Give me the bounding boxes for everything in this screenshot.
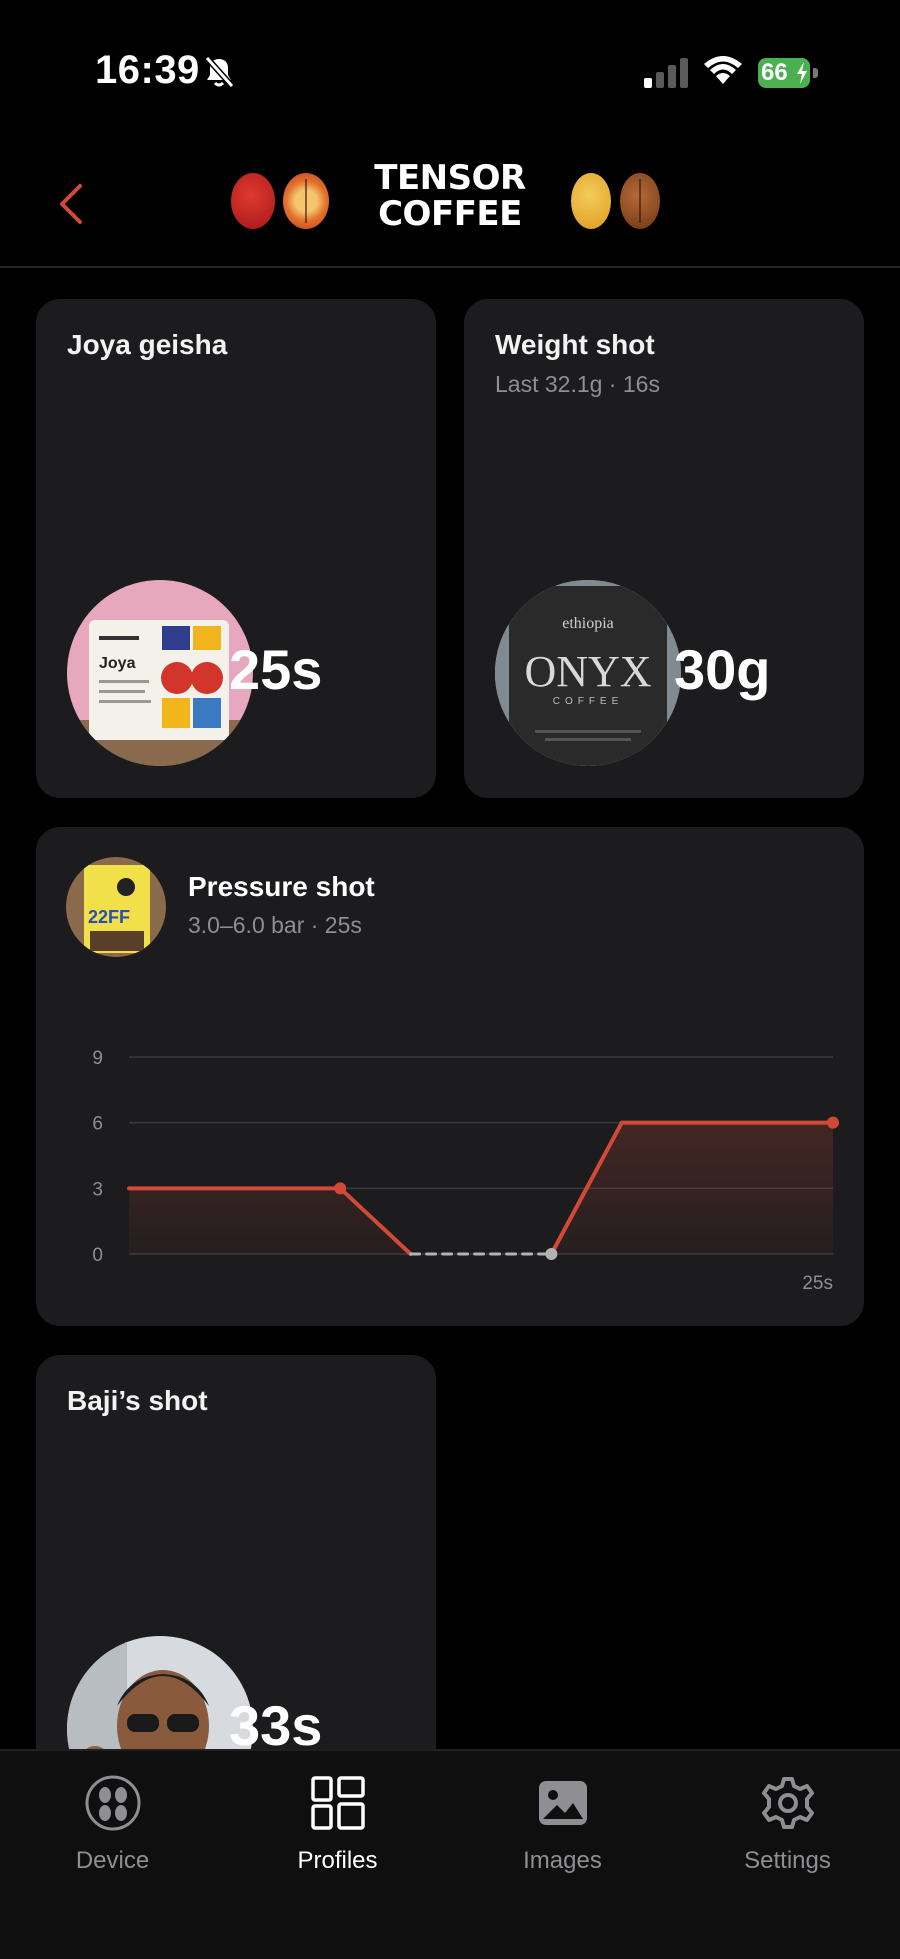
yellow-bean-icon — [571, 173, 611, 229]
coffee-bag-image: ethiopia ONYX COFFEE — [495, 580, 681, 766]
tab-images[interactable]: Images — [450, 1773, 675, 1883]
svg-text:ethiopia: ethiopia — [562, 615, 614, 632]
pressure-profile-chart: 0 3 6 9 25s — [92, 1048, 839, 1294]
charging-bolt-icon — [797, 62, 807, 84]
tab-profiles[interactable]: Profiles — [225, 1773, 450, 1883]
tab-label: Device — [75, 1847, 150, 1874]
status-bar: 16:39 66 — [0, 0, 900, 140]
cellular-signal-icon — [644, 58, 688, 88]
x-end-label: 25s — [802, 1273, 833, 1294]
profile-card-weight-shot[interactable]: Weight shot Last 32.1g · 16s ethiopia ON… — [464, 299, 864, 798]
bell-muted-icon — [204, 56, 235, 88]
svg-text:ONYX: ONYX — [524, 647, 651, 696]
y-tick-label: 9 — [92, 1048, 103, 1069]
tab-label: Settings — [744, 1847, 831, 1874]
app-header: TENSOR COFFEE — [0, 140, 900, 268]
orange-bean-icon — [283, 173, 329, 229]
profile-time-value: 25s — [229, 638, 323, 701]
y-tick-label: 6 — [92, 1114, 103, 1135]
svg-text:Joya: Joya — [99, 655, 136, 672]
profile-weight-value: 30g — [674, 638, 771, 701]
pressure-point — [827, 1116, 839, 1129]
tab-label: Profiles — [297, 1847, 378, 1874]
svg-text:COFFEE: COFFEE — [553, 696, 624, 707]
status-time: 16:39 — [95, 48, 200, 92]
pressure-point — [545, 1248, 558, 1260]
y-tick-label: 3 — [92, 1179, 103, 1200]
grid-layout-icon — [311, 1776, 365, 1830]
tab-label: Images — [523, 1847, 602, 1874]
wifi-icon — [704, 56, 742, 84]
tensor-coffee-logo: TENSOR COFFEE — [374, 158, 526, 234]
tab-device[interactable]: Device — [0, 1773, 225, 1883]
battery-indicator: 66 — [758, 58, 820, 88]
bottom-tab-bar: Device Profiles Images Settings — [0, 1749, 900, 1959]
profile-last-shot: Last 32.1g · 16s — [495, 371, 660, 397]
profile-card-joya-geisha[interactable]: Joya geisha Joya 25s — [36, 299, 436, 798]
profile-card-pressure-shot[interactable]: 22FF Pressure shot 3.0–6.0 bar · 25s 036… — [36, 827, 864, 1326]
tab-settings[interactable]: Settings — [675, 1773, 900, 1883]
coffee-bag-image: Joya — [67, 580, 253, 766]
red-bean-icon — [231, 173, 275, 229]
profile-title: Weight shot — [495, 329, 655, 360]
brown-bean-icon — [620, 173, 660, 229]
profile-title: Joya geisha — [67, 329, 228, 360]
back-chevron-icon[interactable] — [56, 182, 86, 226]
gear-icon — [762, 1777, 814, 1829]
y-tick-label: 0 — [92, 1245, 103, 1266]
image-icon — [539, 1781, 587, 1825]
pressure-point — [334, 1182, 347, 1195]
profile-title: Baji’s shot — [67, 1385, 208, 1416]
coffee-beans-icon — [85, 1775, 141, 1831]
